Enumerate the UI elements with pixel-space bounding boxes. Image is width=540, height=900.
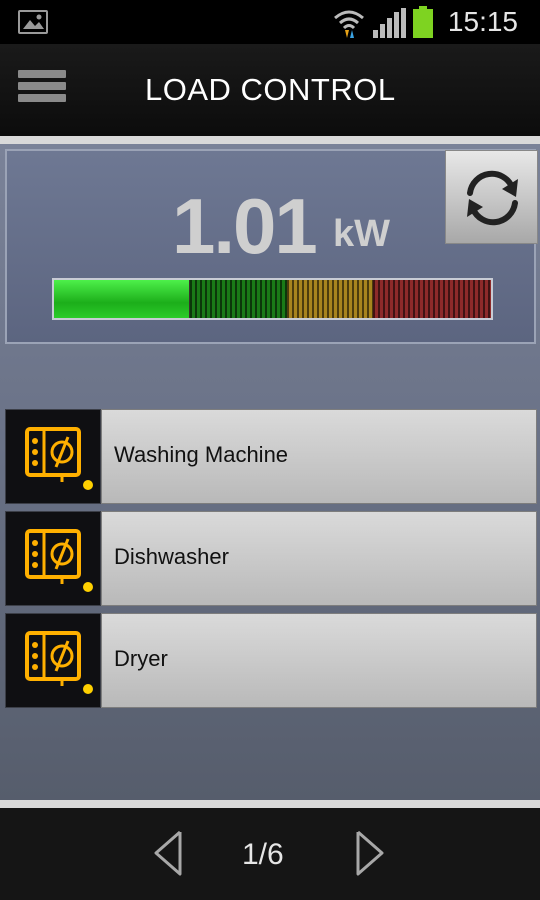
device-label: Dryer bbox=[114, 646, 168, 671]
device-plug-icon bbox=[25, 529, 93, 592]
page-indicator: 1/6 bbox=[242, 838, 284, 871]
power-unit: kW bbox=[333, 213, 390, 255]
device-button[interactable]: Dryer bbox=[101, 613, 537, 708]
menu-icon[interactable] bbox=[18, 70, 66, 110]
footer-divider bbox=[0, 800, 540, 808]
refresh-icon bbox=[467, 170, 518, 226]
device-label: Dishwasher bbox=[114, 544, 229, 569]
meter-fill bbox=[54, 280, 190, 318]
power-meter-panel: 1.01 kW bbox=[5, 149, 538, 344]
header-divider bbox=[0, 136, 540, 144]
meter-segment-red bbox=[373, 280, 491, 318]
battery-icon bbox=[413, 6, 433, 38]
power-value: 1.01 bbox=[172, 182, 318, 270]
device-plug-icon bbox=[25, 631, 93, 694]
device-icon-button[interactable] bbox=[5, 409, 101, 504]
device-row-washing-machine[interactable]: Washing Machine bbox=[5, 409, 537, 504]
device-button[interactable]: Washing Machine bbox=[101, 409, 537, 504]
device-icon-button[interactable] bbox=[5, 511, 101, 606]
main-content: 1.01 kW Washing Machine Dishwasher Dryer bbox=[0, 144, 540, 800]
meter-segment-green bbox=[190, 280, 287, 318]
page-title: LOAD CONTROL bbox=[145, 72, 396, 107]
signal-icon bbox=[373, 8, 406, 38]
device-button[interactable]: Dishwasher bbox=[101, 511, 537, 606]
gallery-icon bbox=[18, 10, 48, 34]
refresh-button[interactable] bbox=[445, 150, 538, 244]
chevron-left-icon[interactable] bbox=[150, 828, 184, 878]
chevron-right-icon[interactable] bbox=[354, 828, 388, 878]
pagination-footer: 1/6 bbox=[0, 808, 540, 900]
device-list: Washing Machine Dishwasher Dryer bbox=[5, 409, 537, 715]
device-label: Washing Machine bbox=[114, 442, 289, 467]
meter-segment-orange bbox=[287, 280, 373, 318]
wifi-icon bbox=[334, 10, 364, 38]
clock: 15:15 bbox=[447, 6, 518, 37]
device-row-dishwasher[interactable]: Dishwasher bbox=[5, 511, 537, 606]
device-plug-icon bbox=[25, 427, 93, 490]
app-header: LOAD CONTROL bbox=[0, 44, 540, 136]
power-level-bar bbox=[52, 278, 493, 320]
device-row-dryer[interactable]: Dryer bbox=[5, 613, 537, 708]
device-icon-button[interactable] bbox=[5, 613, 101, 708]
status-bar: 15:15 bbox=[0, 0, 540, 44]
